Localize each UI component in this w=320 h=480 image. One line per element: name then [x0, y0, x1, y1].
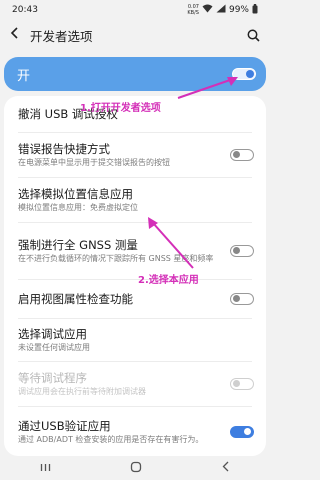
- clock: 20:43: [12, 5, 38, 15]
- item-subtitle: 在电源菜单中显示用于提交错误报告的按钮: [18, 158, 170, 167]
- list-item-select-debug-app[interactable]: 选择调试应用 未设置任何调试应用: [4, 319, 266, 361]
- back-button[interactable]: [0, 27, 30, 43]
- item-subtitle: 模拟位置信息应用：免费虚拟定位: [18, 203, 138, 212]
- home-icon: [131, 461, 142, 472]
- item-subtitle: 未设置任何调试应用: [18, 343, 90, 352]
- top-app-bar: 开发者选项: [0, 20, 270, 50]
- chevron-left-icon: [10, 27, 18, 39]
- settings-list: 撤消 USB 调试授权 错误报告快捷方式 在电源菜单中显示用于提交错误报告的按钮…: [4, 96, 266, 456]
- item-title: 选择调试应用: [18, 327, 87, 341]
- chevron-left-icon: [222, 461, 229, 472]
- list-item-force-gnss[interactable]: 强制进行全 GNSS 测量 在不进行负载循环的情况下跟踪所有 GNSS 星座和频…: [4, 223, 266, 279]
- search-icon: [247, 29, 260, 42]
- item-subtitle: 在不进行负载循环的情况下跟踪所有 GNSS 星座和频率: [18, 254, 214, 263]
- wait-debugger-toggle: [230, 378, 254, 390]
- developer-options-master-switch[interactable]: 开: [4, 57, 266, 91]
- list-item-view-attribute-inspection[interactable]: 启用视图属性检查功能: [4, 280, 266, 318]
- item-title: 等待调试程序: [18, 371, 87, 385]
- recent-apps-button[interactable]: [40, 461, 51, 475]
- item-title: 错误报告快捷方式: [18, 142, 110, 156]
- list-item-bug-report-shortcut[interactable]: 错误报告快捷方式 在电源菜单中显示用于提交错误报告的按钮: [4, 133, 266, 177]
- item-subtitle: 调试应用会在执行前等待附加调试器: [18, 387, 146, 396]
- verify-usb-toggle[interactable]: [230, 425, 254, 438]
- signal-icon: [216, 4, 226, 16]
- system-nav-bar: [0, 456, 270, 480]
- network-speed: 0.07 KB/S: [187, 4, 199, 16]
- status-bar: 20:43 0.07 KB/S 99%: [0, 0, 270, 20]
- search-button[interactable]: [236, 29, 270, 42]
- recents-icon: [40, 464, 50, 471]
- item-title: 启用视图属性检查功能: [18, 292, 133, 306]
- gnss-toggle[interactable]: [230, 245, 254, 257]
- battery-icon: [252, 3, 258, 17]
- list-item-mock-location-app[interactable]: 选择模拟位置信息应用 模拟位置信息应用：免费虚拟定位: [4, 178, 266, 222]
- list-item-wait-for-debugger: 等待调试程序 调试应用会在执行前等待附加调试器: [4, 362, 266, 406]
- master-switch-label: 开: [17, 68, 31, 84]
- item-title: 选择模拟位置信息应用: [18, 187, 133, 201]
- annotation-step-1: 1.打开开发者选项: [80, 103, 161, 114]
- wifi-icon: [202, 4, 213, 16]
- back-nav-button[interactable]: [222, 461, 230, 475]
- battery-level: 99%: [228, 5, 249, 15]
- list-item-verify-apps-over-usb[interactable]: 通过USB验证应用 通过 ADB/ADT 检查安装的应用是否存在有害行为。: [4, 407, 266, 456]
- home-button[interactable]: [130, 461, 142, 476]
- item-title: 通过USB验证应用: [18, 418, 111, 433]
- annotation-step-2: 2.选择本应用: [138, 275, 199, 286]
- status-icons: 0.07 KB/S 99%: [187, 3, 258, 17]
- item-subtitle: 通过 ADB/ADT 检查安装的应用是否存在有害行为。: [18, 434, 204, 444]
- master-toggle[interactable]: [232, 68, 256, 80]
- item-title: 强制进行全 GNSS 测量: [18, 238, 138, 252]
- page-title: 开发者选项: [30, 28, 93, 44]
- view-attribute-toggle[interactable]: [230, 293, 254, 305]
- bug-report-toggle[interactable]: [230, 149, 254, 161]
